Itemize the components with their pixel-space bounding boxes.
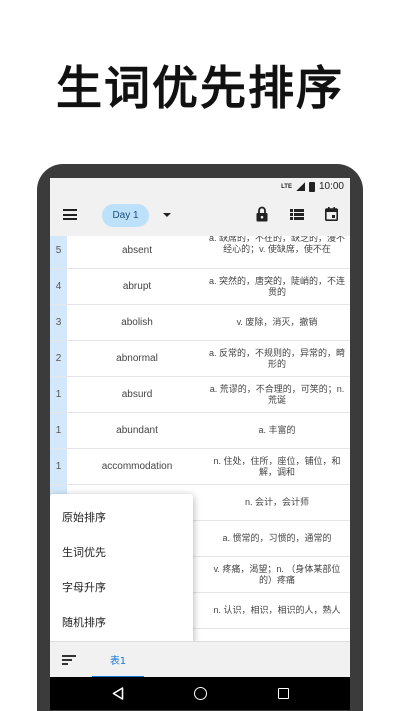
battery-icon [308,181,315,192]
word-row[interactable]: 1 abundant a. 丰富的 [50,413,350,449]
lock-icon[interactable] [256,206,268,222]
word-cell: abnormal [116,353,158,364]
signal-icon [295,182,305,191]
word-cell: abundant [116,425,158,436]
back-icon[interactable] [112,687,124,700]
review-count-cell: 3 [50,305,67,340]
tab-sheet-1[interactable]: 表1 [92,642,144,678]
word-cell: abrupt [122,281,152,292]
calendar-icon[interactable] [325,207,338,221]
day-selector-chip[interactable]: Day 1 [102,204,149,227]
review-count-cell: 1 [50,449,67,484]
recents-icon[interactable] [278,688,289,699]
word-row[interactable]: 5 absent a. 缺席的，不在的，缺乏的，漫不经心的；v. 使缺席，使不在 [50,236,350,269]
word-cell: absurd [121,389,153,400]
sort-options-menu: 原始排序 生词优先 字母升序 随机排序 [50,494,193,645]
meaning-cell [207,629,347,641]
sort-option-original[interactable]: 原始排序 [50,499,193,534]
word-cell: accommodation [101,461,173,472]
meaning-cell: v. 疼痛，渴望；n. （身体某部位的）疼痛 [213,563,341,585]
review-count-cell: 2 [50,341,67,376]
meaning-cell: a. 丰富的 [258,425,296,435]
word-row[interactable]: 1 absurd a. 荒谬的，不合理的，可笑的；n. 荒诞 [50,377,350,413]
meaning-cell: a. 突然的，唐突的，陡峭的，不连贯的 [208,275,345,297]
meaning-cell: a. 惯常的，习惯的，通常的 [222,533,332,543]
review-count-cell: 5 [50,236,67,268]
meaning-cell: n. 住处，住所，座位，铺位，和解，调和 [213,455,341,477]
system-nav-bar [50,677,350,710]
meaning-cell: v. 废除，消灭，撤销 [236,317,318,327]
status-time: 10:00 [318,181,344,192]
meaning-cell: n. 会计，会计师 [244,497,309,507]
word-row[interactable]: 3 abolish v. 废除，消灭，撤销 [50,305,350,341]
sort-icon[interactable] [62,655,76,665]
app-bar: Day 1 [50,195,350,236]
app-screen: LTE 10:00 Day 1 5 absent a. 缺席的，不在的，缺乏的，… [50,178,350,710]
promo-title: 生词优先排序 [56,61,344,115]
review-count-cell: 4 [50,269,67,304]
hamburger-menu-icon[interactable] [63,209,77,220]
meaning-cell: a. 缺席的，不在的，缺乏的，漫不经心的；v. 使缺席，使不在 [208,236,345,254]
chevron-down-icon[interactable] [163,213,171,217]
status-bar: LTE 10:00 [50,178,350,195]
sort-option-alphabetical[interactable]: 字母升序 [50,569,193,604]
word-cell: absent [121,245,153,256]
review-count-cell: 1 [50,413,67,448]
sort-option-random[interactable]: 随机排序 [50,604,193,639]
word-cell: abolish [121,317,153,328]
meaning-cell: n. 认识，相识，相识的人，熟人 [213,605,341,615]
network-type: LTE [281,183,292,190]
home-icon[interactable] [194,687,207,700]
word-row[interactable]: 1 accommodation n. 住处，住所，座位，铺位，和解，调和 [50,449,350,485]
sort-option-new-words-first[interactable]: 生词优先 [50,534,193,569]
meaning-cell: a. 荒谬的，不合理的，可笑的；n. 荒诞 [209,383,345,405]
phone-frame: LTE 10:00 Day 1 5 absent a. 缺席的，不在的，缺乏的，… [37,164,363,711]
meaning-cell: a. 反常的，不规则的，异常的，畸形的 [208,347,345,369]
sheet-tab-bar: 表1 [50,641,350,678]
word-row[interactable]: 4 abrupt a. 突然的，唐突的，陡峭的，不连贯的 [50,269,350,305]
list-view-icon[interactable] [290,209,304,220]
review-count-cell: 1 [50,377,67,412]
word-row[interactable]: 2 abnormal a. 反常的，不规则的，异常的，畸形的 [50,341,350,377]
